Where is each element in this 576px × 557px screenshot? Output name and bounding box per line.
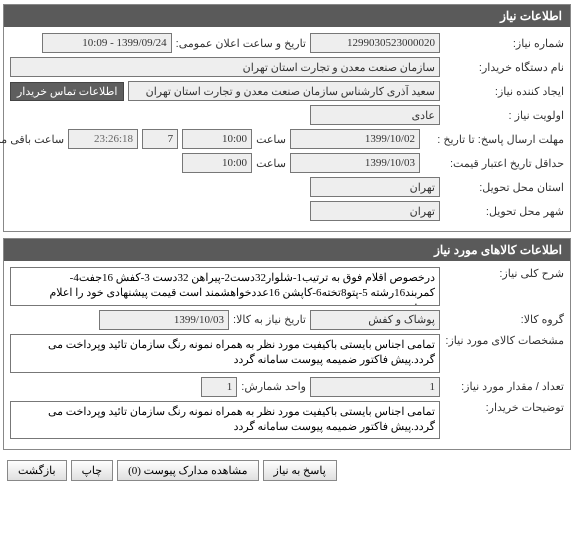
main-desc-field [11,267,441,306]
qty-label: تعداد / مقدار مورد نیاز: [445,380,565,393]
min-validity-label: حداقل تاریخ اعتبار قیمت: [425,157,565,170]
row-delivery-province: استان محل تحویل: [11,177,565,197]
deadline-time-field [183,129,253,149]
bottom-action-bar: پاسخ به نیاز مشاهده مدارک پیوست (0) چاپ … [4,456,572,485]
row-main-desc: شرح کلی نیاز: [11,267,565,306]
spec-label: مشخصات کالای مورد نیاز: [445,334,565,347]
delivery-city-label: شهر محل تحویل: [445,205,565,218]
remaining-text: ساعت باقی مانده [0,133,65,146]
buyer-notes-label: توضیحات خریدار: [445,401,565,414]
deadline-label: مهلت ارسال پاسخ: تا تاریخ : [425,133,565,146]
goods-info-section: اطلاعات کالاهای مورد نیاز شرح کلی نیاز: … [4,238,572,450]
announce-label: تاریخ و ساعت اعلان عمومی: [177,37,307,50]
buyer-notes-field [11,401,441,440]
goods-info-header: اطلاعات کالاهای مورد نیاز [5,239,571,261]
qty-field [311,377,441,397]
need-info-section: اطلاعات نیاز شماره نیاز: تاریخ و ساعت اع… [4,4,572,232]
group-label: گروه کالا: [445,313,565,326]
row-need-number: شماره نیاز: تاریخ و ساعت اعلان عمومی: [11,33,565,53]
need-info-body: شماره نیاز: تاریخ و ساعت اعلان عمومی: نا… [5,27,571,231]
remaining-time-field [69,129,139,149]
creator-label: ایجاد کننده نیاز: [445,85,565,98]
row-spec: مشخصات کالای مورد نیاز: [11,334,565,373]
need-date-label: تاریخ نیاز به کالا: [234,313,307,326]
priority-label: اولویت نیاز : [445,109,565,122]
row-priority: اولویت نیاز : [11,105,565,125]
need-info-title: اطلاعات نیاز [501,9,563,23]
delivery-province-label: استان محل تحویل: [445,181,565,194]
group-field [311,310,441,330]
back-button[interactable]: بازگشت [8,460,68,481]
need-date-field [100,310,230,330]
row-delivery-city: شهر محل تحویل: [11,201,565,221]
min-validity-date-field [291,153,421,173]
deadline-time-label: ساعت [257,133,287,146]
deadline-date-field [291,129,421,149]
row-qty: تعداد / مقدار مورد نیاز: واحد شمارش: [11,377,565,397]
min-validity-time-label: ساعت [257,157,287,170]
contact-buyer-button[interactable]: اطلاعات تماس خریدار [11,82,125,101]
priority-field [311,105,441,125]
need-info-header: اطلاعات نیاز [5,5,571,27]
view-docs-button[interactable]: مشاهده مدارک پیوست (0) [118,460,259,481]
creator-field [129,81,441,101]
print-button[interactable]: چاپ [72,460,115,481]
org-label: نام دستگاه خریدار: [445,61,565,74]
delivery-city-field [311,201,441,221]
min-validity-time-field [183,153,253,173]
goods-info-title: اطلاعات کالاهای مورد نیاز [435,243,563,257]
goods-info-body: شرح کلی نیاز: گروه کالا: تاریخ نیاز به ک… [5,261,571,449]
main-desc-label: شرح کلی نیاز: [445,267,565,280]
need-number-label: شماره نیاز: [445,37,565,50]
announce-field [43,33,173,53]
unit-field [202,377,238,397]
remaining-days-field [143,129,179,149]
row-min-validity: حداقل تاریخ اعتبار قیمت: ساعت [11,153,565,173]
spec-field [11,334,441,373]
row-buyer-notes: توضیحات خریدار: [11,401,565,440]
reply-button[interactable]: پاسخ به نیاز [264,460,338,481]
org-field [11,57,441,77]
need-number-field [311,33,441,53]
unit-label: واحد شمارش: [242,380,307,393]
row-creator: ایجاد کننده نیاز: اطلاعات تماس خریدار [11,81,565,101]
row-group: گروه کالا: تاریخ نیاز به کالا: [11,310,565,330]
row-org: نام دستگاه خریدار: [11,57,565,77]
delivery-province-field [311,177,441,197]
row-deadline: مهلت ارسال پاسخ: تا تاریخ : ساعت ساعت با… [11,129,565,149]
